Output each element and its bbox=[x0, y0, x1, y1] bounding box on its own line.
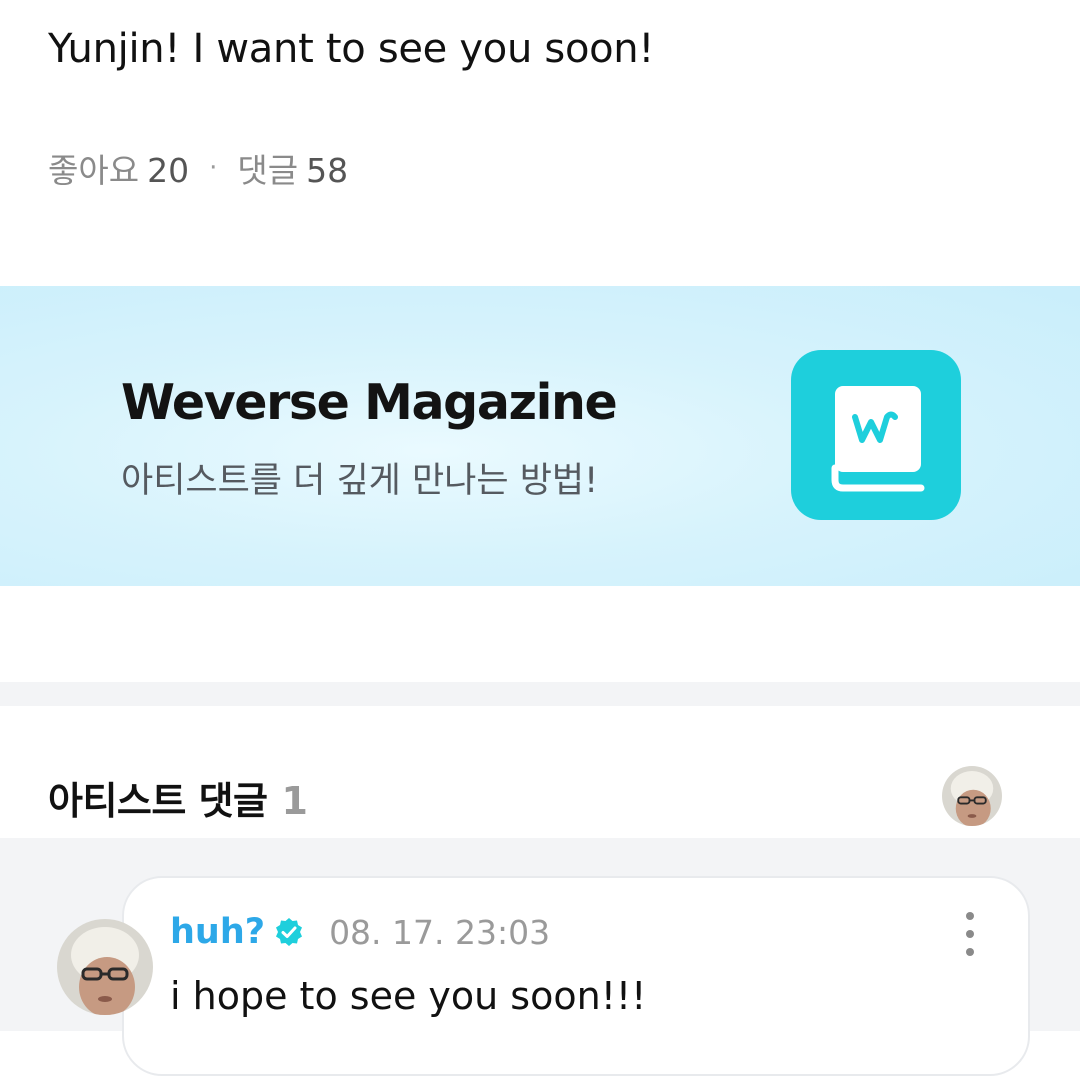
section-divider bbox=[0, 682, 1080, 706]
comment-author[interactable]: huh? bbox=[170, 912, 265, 952]
post-text: Yunjin! I want to see you soon! bbox=[48, 26, 655, 72]
artist-comments-header: 아티스트 댓글 1 bbox=[48, 770, 308, 825]
post-stats: 좋아요 20 · 댓글 58 bbox=[48, 144, 348, 192]
comment-text: i hope to see you soon!!! bbox=[170, 974, 647, 1018]
comment-timestamp: 08. 17. 23:03 bbox=[329, 912, 551, 952]
weverse-magazine-banner[interactable]: Weverse Magazine 아티스트를 더 깊게 만나는 방법! bbox=[0, 286, 1080, 586]
stats-separator: · bbox=[209, 153, 218, 183]
comments-label: 댓글 bbox=[237, 151, 299, 190]
likes-stat[interactable]: 좋아요 20 bbox=[48, 144, 189, 192]
comments-count: 58 bbox=[306, 151, 349, 190]
comment-avatar[interactable] bbox=[57, 919, 153, 1015]
artist-comments-title: 아티스트 댓글 bbox=[48, 779, 268, 823]
likes-label: 좋아요 bbox=[48, 151, 140, 190]
artist-comments-count: 1 bbox=[281, 779, 308, 823]
comments-stat[interactable]: 댓글 58 bbox=[237, 144, 348, 192]
banner-title: Weverse Magazine bbox=[121, 374, 618, 431]
verified-badge-icon bbox=[273, 916, 305, 948]
likes-count: 20 bbox=[147, 151, 190, 190]
artist-avatar[interactable] bbox=[942, 766, 1002, 826]
weverse-magazine-book-icon bbox=[791, 350, 961, 520]
more-vertical-icon[interactable] bbox=[954, 912, 986, 956]
comment-meta: huh? 08. 17. 23:03 bbox=[170, 912, 550, 952]
banner-subtitle: 아티스트를 더 깊게 만나는 방법! bbox=[121, 461, 599, 501]
